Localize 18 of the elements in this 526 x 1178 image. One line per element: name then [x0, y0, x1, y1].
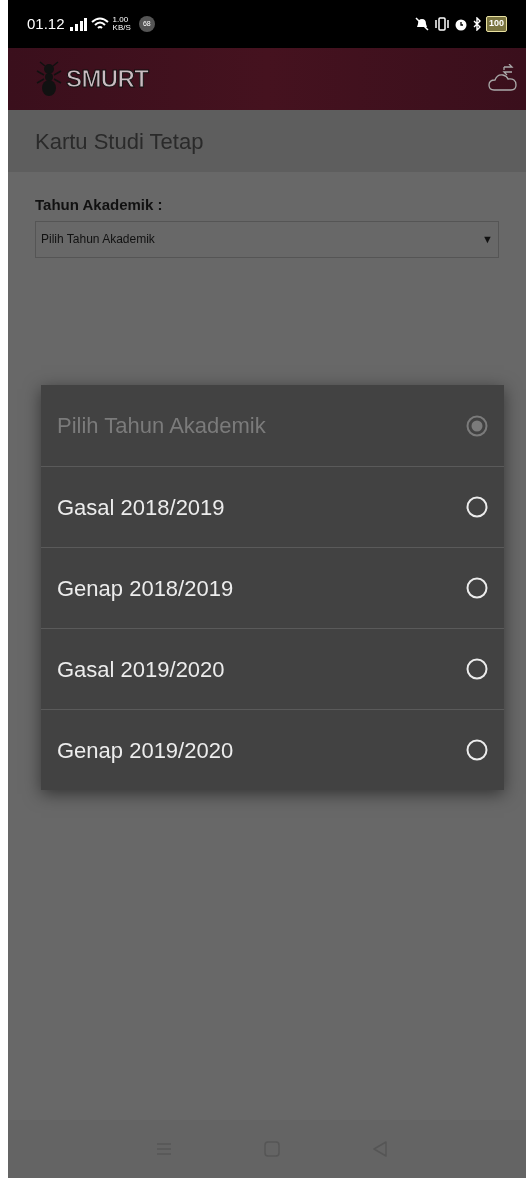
dialog-option[interactable]: Genap 2018/2019	[41, 547, 504, 628]
mute-icon	[413, 17, 430, 31]
signal-icon	[68, 17, 87, 31]
dialog-option[interactable]: Gasal 2018/2019	[41, 466, 504, 547]
network-speed-unit: KB/S	[112, 24, 131, 32]
vibrate-icon	[433, 17, 450, 31]
wifi-icon	[90, 17, 109, 31]
app-logo-text: SMURT	[66, 64, 149, 94]
battery-indicator: 100	[485, 16, 507, 32]
bluetooth-icon	[471, 17, 482, 31]
network-speed: 1.00	[112, 16, 130, 24]
field-label: Tahun Akademik :	[35, 195, 164, 215]
ant-logo-icon	[36, 61, 62, 97]
cloud-sync-icon[interactable]	[488, 64, 518, 94]
dialog-option[interactable]: Gasal 2019/2020	[41, 628, 504, 709]
dialog-option[interactable]: Genap 2019/2020	[41, 709, 504, 790]
alarm-icon	[453, 17, 468, 31]
status-time: 01.12	[27, 13, 65, 34]
